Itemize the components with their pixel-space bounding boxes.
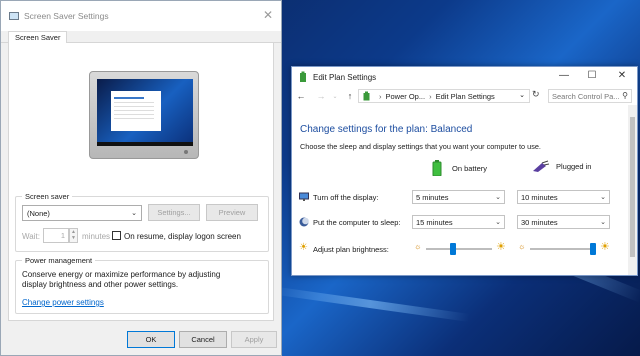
tab-panel: Screen saver (None) ⌄ Settings... Previe… <box>8 43 274 321</box>
change-power-settings-link[interactable]: Change power settings <box>22 298 104 307</box>
wait-value: 1 <box>60 231 65 240</box>
select-value: 15 minutes <box>416 217 453 227</box>
settings-button[interactable]: Settings... <box>148 204 200 221</box>
sleep-on-battery-select[interactable]: 15 minutes ⌄ <box>412 215 505 229</box>
chevron-down-icon: ⌄ <box>131 210 137 217</box>
brightness-high-icon: ☀ <box>496 241 506 253</box>
column-label: On battery <box>452 163 488 173</box>
logon-checkbox-label: On resume, display logon screen <box>124 232 241 241</box>
brightness-icon: ☀ <box>299 242 308 253</box>
window-title: Screen Saver Settings <box>24 11 109 21</box>
close-icon[interactable]: ✕ <box>263 8 273 22</box>
display-plugged-in-select[interactable]: 10 minutes ⌄ <box>517 190 610 204</box>
brightness-low-icon: ☼ <box>518 242 526 251</box>
close-icon[interactable]: ✕ <box>614 70 630 81</box>
column-plugged-in: Plugged in <box>532 160 591 172</box>
recent-locations-icon[interactable]: ⌄ <box>329 93 341 100</box>
navigation-bar: ← → ⌄ ↑ › Power Op... › Edit Plan Settin… <box>292 87 637 105</box>
title-bar[interactable]: Screen Saver Settings ✕ <box>1 1 281 31</box>
control-panel-icon <box>363 91 370 101</box>
power-management-group: Power management Conserve energy or maxi… <box>15 256 269 314</box>
wait-stepper[interactable]: ▲ ▼ <box>69 228 78 243</box>
wallpaper-beam <box>270 286 470 322</box>
sleep-icon <box>299 217 309 227</box>
display-icon <box>299 192 309 201</box>
breadcrumb-edit-plan[interactable]: Edit Plan Settings <box>436 92 495 101</box>
power-led <box>184 150 188 154</box>
scrollbar-thumb[interactable] <box>630 117 635 257</box>
brightness-row-label: Adjust plan brightness: <box>313 245 389 254</box>
forward-arrow-icon[interactable]: → <box>315 91 327 101</box>
scrollbar[interactable] <box>628 105 637 275</box>
edit-plan-window: Edit Plan Settings — ☐ ✕ ← → ⌄ ↑ › Power… <box>291 66 638 276</box>
select-value: (None) <box>27 208 50 218</box>
slider-track <box>426 248 492 250</box>
refresh-icon[interactable]: ↻ <box>532 89 540 100</box>
brightness-on-battery-slider[interactable] <box>426 243 492 255</box>
power-description: Conserve energy or maximize performance … <box>22 270 220 290</box>
preview-screen <box>97 79 193 146</box>
minimize-icon[interactable]: — <box>556 70 572 81</box>
select-value: 5 minutes <box>416 192 449 202</box>
column-label: Plugged in <box>556 161 592 171</box>
chevron-down-icon[interactable]: ⌄ <box>519 91 525 99</box>
preview-button[interactable]: Preview <box>206 204 258 221</box>
wait-label: Wait: <box>22 232 40 241</box>
chevron-down-icon: ⌄ <box>495 194 501 201</box>
chevron-down-icon: ⌄ <box>600 219 606 226</box>
back-arrow-icon[interactable]: ← <box>295 91 307 101</box>
cancel-button[interactable]: Cancel <box>179 331 227 348</box>
sleep-row-label: Put the computer to sleep: <box>313 218 401 227</box>
page-title: Change settings for the plan: Balanced <box>300 124 473 135</box>
chevron-down-icon: ⌄ <box>495 219 501 226</box>
plug-icon <box>533 160 550 172</box>
group-legend: Power management <box>22 256 96 265</box>
breadcrumb-power-options[interactable]: Power Op... <box>386 92 426 101</box>
breadcrumb-separator-icon: › <box>379 91 382 101</box>
up-arrow-icon[interactable]: ↑ <box>344 91 356 101</box>
search-icon: ⚲ <box>622 91 628 100</box>
slider-track <box>530 248 596 250</box>
logon-checkbox[interactable] <box>112 231 121 240</box>
wait-minutes-input[interactable]: 1 <box>43 228 69 243</box>
column-on-battery: On battery <box>432 160 487 176</box>
brightness-plugged-in-slider[interactable] <box>530 243 596 255</box>
window-title: Edit Plan Settings <box>313 72 377 82</box>
preview-window <box>111 91 161 131</box>
power-description-line: display brightness and other power setti… <box>22 280 179 289</box>
preview-taskbar <box>97 142 193 146</box>
battery-icon <box>432 160 442 176</box>
search-placeholder: Search Control Pa... <box>552 91 620 101</box>
sleep-plugged-in-select[interactable]: 30 minutes ⌄ <box>517 215 610 229</box>
monitor-icon <box>9 12 19 20</box>
title-bar[interactable]: Edit Plan Settings — ☐ ✕ <box>292 67 637 87</box>
display-row-label: Turn off the display: <box>313 193 379 202</box>
page-description: Choose the sleep and display settings th… <box>300 142 541 151</box>
breadcrumb-separator-icon: › <box>429 91 432 101</box>
monitor-preview <box>89 71 199 159</box>
screen-saver-select[interactable]: (None) ⌄ <box>22 205 142 221</box>
slider-thumb[interactable] <box>450 243 456 255</box>
tab-strip: Screen Saver <box>1 31 281 44</box>
screen-saver-dialog: Screen Saver Settings ✕ Screen Saver Scr… <box>0 0 282 356</box>
ok-button[interactable]: OK <box>127 331 175 348</box>
apply-button[interactable]: Apply <box>231 331 277 348</box>
brightness-high-icon: ☀ <box>600 241 610 253</box>
screen-saver-group: Screen saver (None) ⌄ Settings... Previe… <box>15 192 269 252</box>
slider-thumb[interactable] <box>590 243 596 255</box>
group-legend: Screen saver <box>22 192 73 201</box>
display-on-battery-select[interactable]: 5 minutes ⌄ <box>412 190 505 204</box>
brightness-low-icon: ☼ <box>414 242 422 251</box>
maximize-icon[interactable]: ☐ <box>584 70 600 81</box>
chevron-down-icon: ⌄ <box>600 194 606 201</box>
minutes-label: minutes <box>82 232 111 241</box>
power-description-line: Conserve energy or maximize performance … <box>22 270 221 279</box>
power-plan-icon <box>300 71 306 82</box>
select-value: 10 minutes <box>521 192 558 202</box>
select-value: 30 minutes <box>521 217 558 227</box>
address-bar[interactable]: › Power Op... › Edit Plan Settings ⌄ <box>358 89 530 103</box>
search-input[interactable]: Search Control Pa... ⚲ <box>548 89 632 103</box>
